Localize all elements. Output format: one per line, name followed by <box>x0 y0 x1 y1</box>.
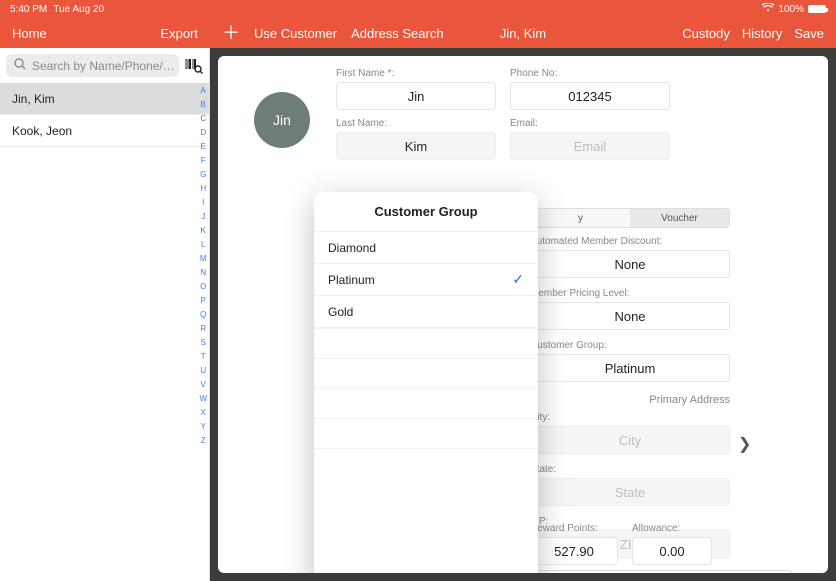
index-letter[interactable]: O <box>199 280 207 294</box>
pricing-level-field[interactable]: None <box>530 302 730 330</box>
index-letter[interactable]: D <box>199 126 207 140</box>
tab-loyalty[interactable]: y <box>531 209 630 227</box>
checkmark-icon: ✓ <box>512 271 524 288</box>
index-letter[interactable]: A <box>199 84 207 98</box>
popover-option-label: Diamond <box>328 241 376 255</box>
index-letter[interactable]: S <box>199 336 207 350</box>
index-letter[interactable]: L <box>199 238 207 252</box>
page-title: Jin, Kim <box>500 26 546 41</box>
add-icon[interactable]: ＋ <box>222 24 240 42</box>
customer-form: Jin First Name *: Jin Last Name: Kim Pho… <box>218 56 828 573</box>
index-letter[interactable]: J <box>199 210 207 224</box>
index-letter[interactable]: V <box>199 378 207 392</box>
index-letter[interactable]: K <box>199 224 207 238</box>
label-customer-group: Customer Group: <box>530 340 730 351</box>
nav-history[interactable]: History <box>742 26 782 41</box>
phone-field[interactable]: 012345 <box>510 82 670 110</box>
battery-icon <box>808 5 826 13</box>
detail-panel: Jin First Name *: Jin Last Name: Kim Pho… <box>210 48 836 581</box>
label-phone: Phone No: <box>510 68 670 79</box>
last-name-field[interactable]: Kim <box>336 132 496 160</box>
search-placeholder: Search by Name/Phone/… <box>32 59 175 73</box>
popover-option[interactable]: Gold <box>314 295 538 327</box>
label-reward: Reward Points: <box>530 523 618 534</box>
nav-address-search[interactable]: Address Search <box>351 26 444 41</box>
alpha-index[interactable]: ABCDEFGHIJKLMNOPQRSTUVWXYZ <box>199 84 207 448</box>
customer-sidebar: Search by Name/Phone/… Jin, Kim Kook, Je… <box>0 48 210 581</box>
barcode-scan-icon[interactable] <box>185 58 203 74</box>
nav-use-customer[interactable]: Use Customer <box>254 26 337 41</box>
popover-option-label: Platinum <box>328 273 375 287</box>
index-letter[interactable]: Z <box>199 434 207 448</box>
index-letter[interactable]: Y <box>199 420 207 434</box>
list-item[interactable]: Kook, Jeon <box>0 115 209 147</box>
battery-text: 100% <box>778 4 804 15</box>
nav-bar: Home Export ＋ Use Customer Address Searc… <box>0 18 836 48</box>
search-icon <box>14 58 26 73</box>
label-city: City: <box>530 412 730 423</box>
label-first-name: First Name *: <box>336 68 496 79</box>
index-letter[interactable]: G <box>199 168 207 182</box>
index-letter[interactable]: C <box>199 112 207 126</box>
index-letter[interactable]: X <box>199 406 207 420</box>
tab-voucher[interactable]: Voucher <box>630 209 729 227</box>
index-letter[interactable]: R <box>199 322 207 336</box>
status-time: 5:40 PM <box>10 4 47 15</box>
label-automated-discount: Automated Member Discount: <box>530 236 730 247</box>
nav-export[interactable]: Export <box>160 26 198 41</box>
list-item[interactable]: Jin, Kim <box>0 83 209 115</box>
index-letter[interactable]: E <box>199 140 207 154</box>
customer-group-field[interactable]: Platinum <box>530 354 730 382</box>
label-pricing-level: Member Pricing Level: <box>530 288 730 299</box>
label-state: State: <box>530 464 730 475</box>
label-email: Email: <box>510 118 670 129</box>
customer-group-popover: Customer Group Diamond Platinum ✓ Gold <box>314 192 538 573</box>
popover-option[interactable]: Diamond <box>314 231 538 263</box>
customer-list: Jin, Kim Kook, Jeon <box>0 83 209 581</box>
index-letter[interactable]: W <box>199 392 207 406</box>
index-letter[interactable]: M <box>199 252 207 266</box>
nav-home[interactable]: Home <box>12 26 47 41</box>
segment-control[interactable]: y Voucher <box>530 208 730 228</box>
index-letter[interactable]: U <box>199 364 207 378</box>
email-field[interactable]: Email <box>510 132 670 160</box>
nav-custody[interactable]: Custody <box>682 26 730 41</box>
index-letter[interactable]: P <box>199 294 207 308</box>
label-allowance: Allowance: <box>632 523 712 534</box>
index-letter[interactable]: I <box>199 196 207 210</box>
popover-option[interactable]: Platinum ✓ <box>314 263 538 295</box>
nav-save[interactable]: Save <box>794 26 824 41</box>
primary-address-heading: Primary Address <box>530 394 730 406</box>
state-field[interactable]: State <box>530 478 730 506</box>
search-input[interactable]: Search by Name/Phone/… <box>6 54 179 77</box>
automated-discount-field[interactable]: None <box>530 250 730 278</box>
index-letter[interactable]: B <box>199 98 207 112</box>
popover-title: Customer Group <box>314 192 538 231</box>
chevron-right-icon[interactable]: ❯ <box>738 434 751 454</box>
label-last-name: Last Name: <box>336 118 496 129</box>
index-letter[interactable]: F <box>199 154 207 168</box>
city-field[interactable]: City <box>530 426 730 454</box>
index-letter[interactable]: N <box>199 266 207 280</box>
wifi-icon <box>762 3 774 15</box>
first-name-field[interactable]: Jin <box>336 82 496 110</box>
status-date: Tue Aug 20 <box>53 4 104 15</box>
index-letter[interactable]: H <box>199 182 207 196</box>
status-bar: 5:40 PM Tue Aug 20 100% <box>0 0 836 18</box>
index-letter[interactable]: T <box>199 350 207 364</box>
avatar[interactable]: Jin <box>254 92 310 148</box>
index-letter[interactable]: Q <box>199 308 207 322</box>
popover-option-label: Gold <box>328 305 353 319</box>
